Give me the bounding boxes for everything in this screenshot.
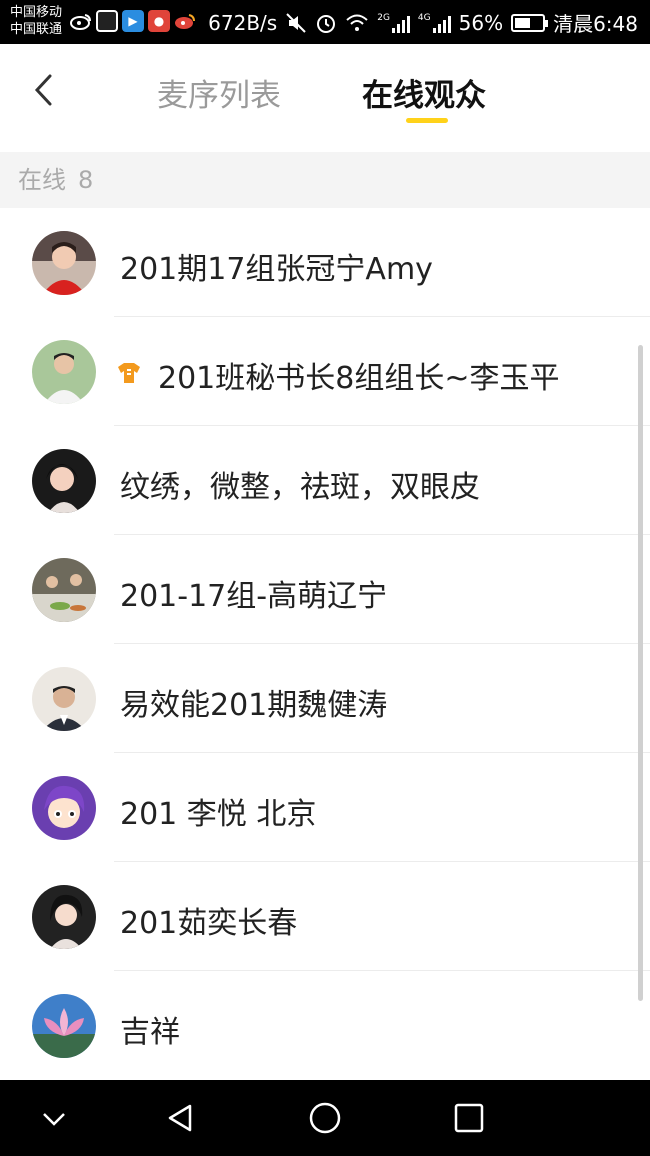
avatar[interactable] xyxy=(32,994,96,1058)
battery-percent: 56% xyxy=(458,10,504,35)
avatar[interactable] xyxy=(32,667,96,731)
top-bar: 麦序列表 在线观众 xyxy=(0,44,650,152)
carrier-2: 中国联通 xyxy=(10,22,63,37)
circle-home-icon xyxy=(309,1102,341,1134)
list-item[interactable]: 201期17组张冠宁Amy xyxy=(0,208,650,317)
list-item[interactable]: 易效能201期魏健涛 xyxy=(0,644,650,753)
scrollbar[interactable] xyxy=(638,345,643,1001)
carrier-1: 中国移动 xyxy=(10,5,63,20)
audience-name: 201茹奕长春 xyxy=(120,906,298,941)
audience-name: 201 李悦 北京 xyxy=(120,797,317,832)
online-label: 在线 xyxy=(18,166,66,194)
alarm-icon xyxy=(317,14,336,33)
status-bar: 中国移动 中国联通 ▶ ● 672B/s 2G 4G 56% 清晨6:48 xyxy=(0,0,650,44)
signal-2g-icon: 2G xyxy=(377,13,410,33)
list-item[interactable]: 201 李悦 北京 xyxy=(0,753,650,862)
audience-list: 201期17组张冠宁Amy 201班秘书长8组组长~李玉平 纹绣，微整，祛斑，双… xyxy=(0,208,650,1080)
list-item[interactable]: 201-17组-高萌辽宁 xyxy=(0,535,650,644)
wifi-icon xyxy=(346,14,368,31)
shirt-badge-icon xyxy=(118,363,140,383)
avatar[interactable] xyxy=(32,776,96,840)
back-arrow-icon xyxy=(34,74,52,106)
triangle-back-icon xyxy=(168,1104,192,1132)
recents-button[interactable] xyxy=(451,1100,487,1136)
battery-icon xyxy=(511,13,549,32)
notification-icons: ▶ ● xyxy=(70,10,196,32)
carrier-info: 中国移动 中国联通 xyxy=(10,4,62,38)
chevron-down-icon xyxy=(43,1113,65,1126)
audience-name: 201-17组-高萌辽宁 xyxy=(120,579,388,614)
signal-4g-icon: 4G xyxy=(418,13,451,33)
net-speed: 672B/s xyxy=(208,10,278,35)
audience-name: 纹绣，微整，祛斑，双眼皮 xyxy=(120,470,480,505)
list-item[interactable]: 201茹奕长春 xyxy=(0,862,650,971)
status-indicators: 672B/s 2G 4G 56% 清晨6:48 xyxy=(208,8,638,37)
list-item[interactable]: 纹绣，微整，祛斑，双眼皮 xyxy=(0,426,650,535)
online-count: 8 xyxy=(78,166,94,194)
audience-name: 201班秘书长8组组长~李玉平 xyxy=(158,361,560,396)
weibo-app-icon xyxy=(174,10,196,32)
audience-name: 吉祥 xyxy=(120,1015,180,1050)
avatar[interactable] xyxy=(32,231,96,295)
weibo-notification-icon xyxy=(70,10,92,32)
audience-name: 易效能201期魏健涛 xyxy=(120,688,388,723)
active-tab-indicator xyxy=(406,118,448,123)
video-app-icon: ▶ xyxy=(122,10,144,32)
clock: 清晨6:48 xyxy=(553,12,638,36)
list-item[interactable]: 吉祥 xyxy=(0,971,650,1080)
online-count-header: 在线 8 xyxy=(0,152,650,208)
system-nav-bar xyxy=(0,1080,650,1156)
square-recents-icon xyxy=(454,1103,484,1133)
list-item[interactable]: 201班秘书长8组组长~李玉平 xyxy=(0,317,650,426)
tab-mic-queue[interactable]: 麦序列表 xyxy=(157,70,281,115)
avatar[interactable] xyxy=(32,885,96,949)
tab-online-audience[interactable]: 在线观众 xyxy=(362,70,486,115)
mute-icon xyxy=(286,12,306,33)
hide-keyboard-button[interactable] xyxy=(36,1100,72,1136)
audience-name: 201期17组张冠宁Amy xyxy=(120,252,433,287)
avatar[interactable] xyxy=(32,558,96,622)
back-button[interactable] xyxy=(30,72,60,108)
music-app-icon: ● xyxy=(148,10,170,32)
avatar[interactable] xyxy=(32,449,96,513)
back-nav-button[interactable] xyxy=(162,1100,198,1136)
avatar[interactable] xyxy=(32,340,96,404)
home-button[interactable] xyxy=(307,1100,343,1136)
calendar-notification-icon xyxy=(96,10,118,32)
